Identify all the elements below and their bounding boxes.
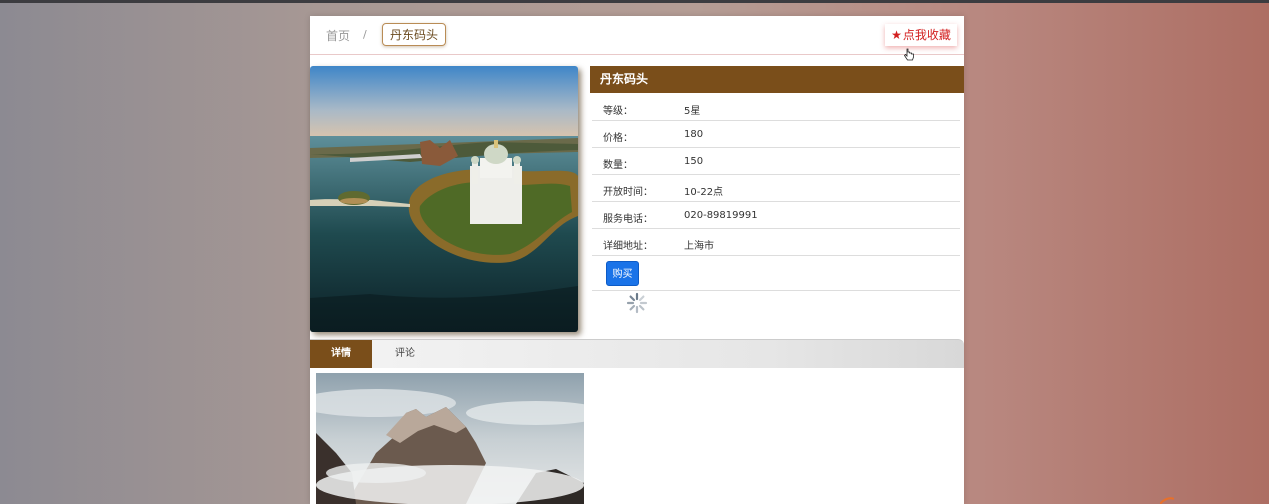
buy-button[interactable]: 购买: [606, 261, 639, 286]
breadcrumb-current[interactable]: 丹东码头: [382, 23, 446, 46]
info-label: 数量：: [603, 160, 633, 171]
info-row-hours: 开放时间： 10-22点: [592, 175, 960, 202]
info-row-phone: 服务电话： 020-89819991: [592, 202, 960, 229]
info-value: 10-22点: [684, 187, 724, 198]
attraction-photo: [310, 66, 578, 332]
info-row-quantity: 数量： 150: [592, 148, 960, 175]
info-row-price: 价格： 180: [592, 121, 960, 148]
collect-label: 点我收藏: [902, 28, 951, 42]
info-value: 180: [684, 129, 704, 140]
info-value: 020-89819991: [684, 210, 758, 221]
detail-photo: [316, 373, 584, 504]
tab-comments[interactable]: 评论: [384, 340, 426, 368]
corner-mark-icon: [1160, 497, 1174, 504]
divider: [592, 290, 960, 291]
product-title: 丹东码头: [590, 66, 964, 93]
collect-button[interactable]: ★点我收藏: [885, 24, 957, 46]
breadcrumb-separator: /: [363, 28, 367, 41]
tab-details[interactable]: 详情: [310, 340, 372, 368]
info-label: 价格：: [603, 133, 633, 144]
info-label: 服务电话：: [603, 214, 653, 225]
info-row-level: 等级： 5星: [592, 94, 960, 121]
star-icon: ★: [891, 28, 902, 42]
loading-spinner-icon: [626, 292, 648, 314]
breadcrumb-home-link[interactable]: 首页: [326, 27, 350, 44]
info-label: 详细地址：: [603, 241, 653, 252]
hand-cursor-icon: [904, 48, 914, 61]
top-bar: [0, 0, 1269, 3]
info-row-address: 详细地址： 上海市: [592, 229, 960, 256]
breadcrumb: 首页 / 丹东码头 ★点我收藏: [310, 16, 964, 61]
info-value: 5星: [684, 106, 701, 117]
product-page: 首页 / 丹东码头 ★点我收藏 丹东码头 等级： 5星 价格： 180 数量： …: [310, 16, 964, 504]
tab-bar: 详情 评论: [310, 339, 964, 368]
info-label: 开放时间：: [603, 187, 653, 198]
info-value: 150: [684, 156, 704, 167]
info-value: 上海市: [684, 241, 714, 252]
info-label: 等级：: [603, 106, 633, 117]
